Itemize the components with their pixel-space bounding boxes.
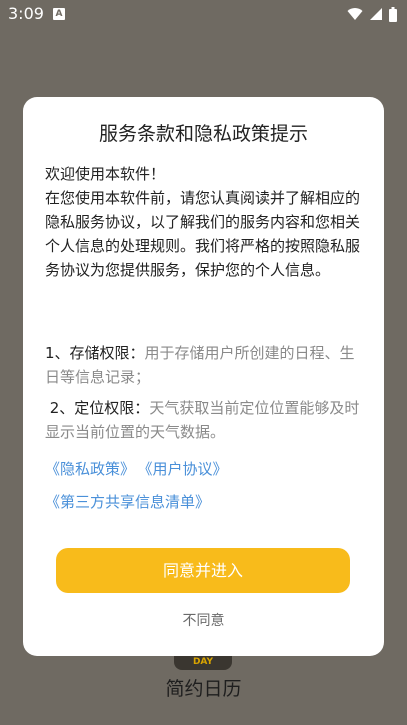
- app-name: 简约日历: [165, 678, 242, 700]
- dialog-title: 服务条款和隐私政策提示: [98, 123, 308, 145]
- privacy-dialog: 服务条款和隐私政策提示 欢迎使用本软件！ 在您使用本软件前，请您认真阅读并了解相…: [23, 97, 384, 656]
- status-time: 3:09: [8, 4, 44, 23]
- user-agreement-link[interactable]: 《用户协议》: [145, 460, 228, 478]
- system-icons: [347, 6, 397, 22]
- location-permission: 2、定位权限：天气获取当前定位位置能够及时显示当前位置的天气数据。: [45, 396, 365, 444]
- third-party-links: 《第三方共享信息清单》: [45, 490, 220, 514]
- dialog-intro: 欢迎使用本软件！ 在您使用本软件前，请您认真阅读并了解相应的隐私服务协议，以了解…: [45, 162, 365, 282]
- signal-icon: [370, 8, 382, 20]
- privacy-policy-link[interactable]: 《隐私政策》: [45, 460, 135, 478]
- location-permission-label: 2、定位权限：: [45, 399, 150, 417]
- storage-permission-label: 1、存储权限：: [45, 344, 145, 362]
- disagree-button[interactable]: 不同意: [23, 611, 384, 631]
- agree-button[interactable]: 同意并进入: [56, 548, 350, 593]
- third-party-list-link[interactable]: 《第三方共享信息清单》: [45, 493, 210, 511]
- policy-links: 《隐私政策》 《用户协议》: [45, 457, 238, 481]
- intro-text: 在您使用本软件前，请您认真阅读并了解相应的隐私服务协议，以了解我们的服务内容和您…: [45, 189, 361, 279]
- wifi-icon: [347, 8, 363, 20]
- notification-icon: A: [53, 8, 65, 20]
- battery-icon: [389, 6, 397, 22]
- storage-permission: 1、存储权限：用于存储用户所创建的日程、生日等信息记录；: [45, 341, 365, 389]
- app-logo-badge: DAY: [174, 654, 232, 670]
- welcome-text: 欢迎使用本软件！: [45, 165, 166, 183]
- status-bar: 3:09 A: [0, 0, 407, 28]
